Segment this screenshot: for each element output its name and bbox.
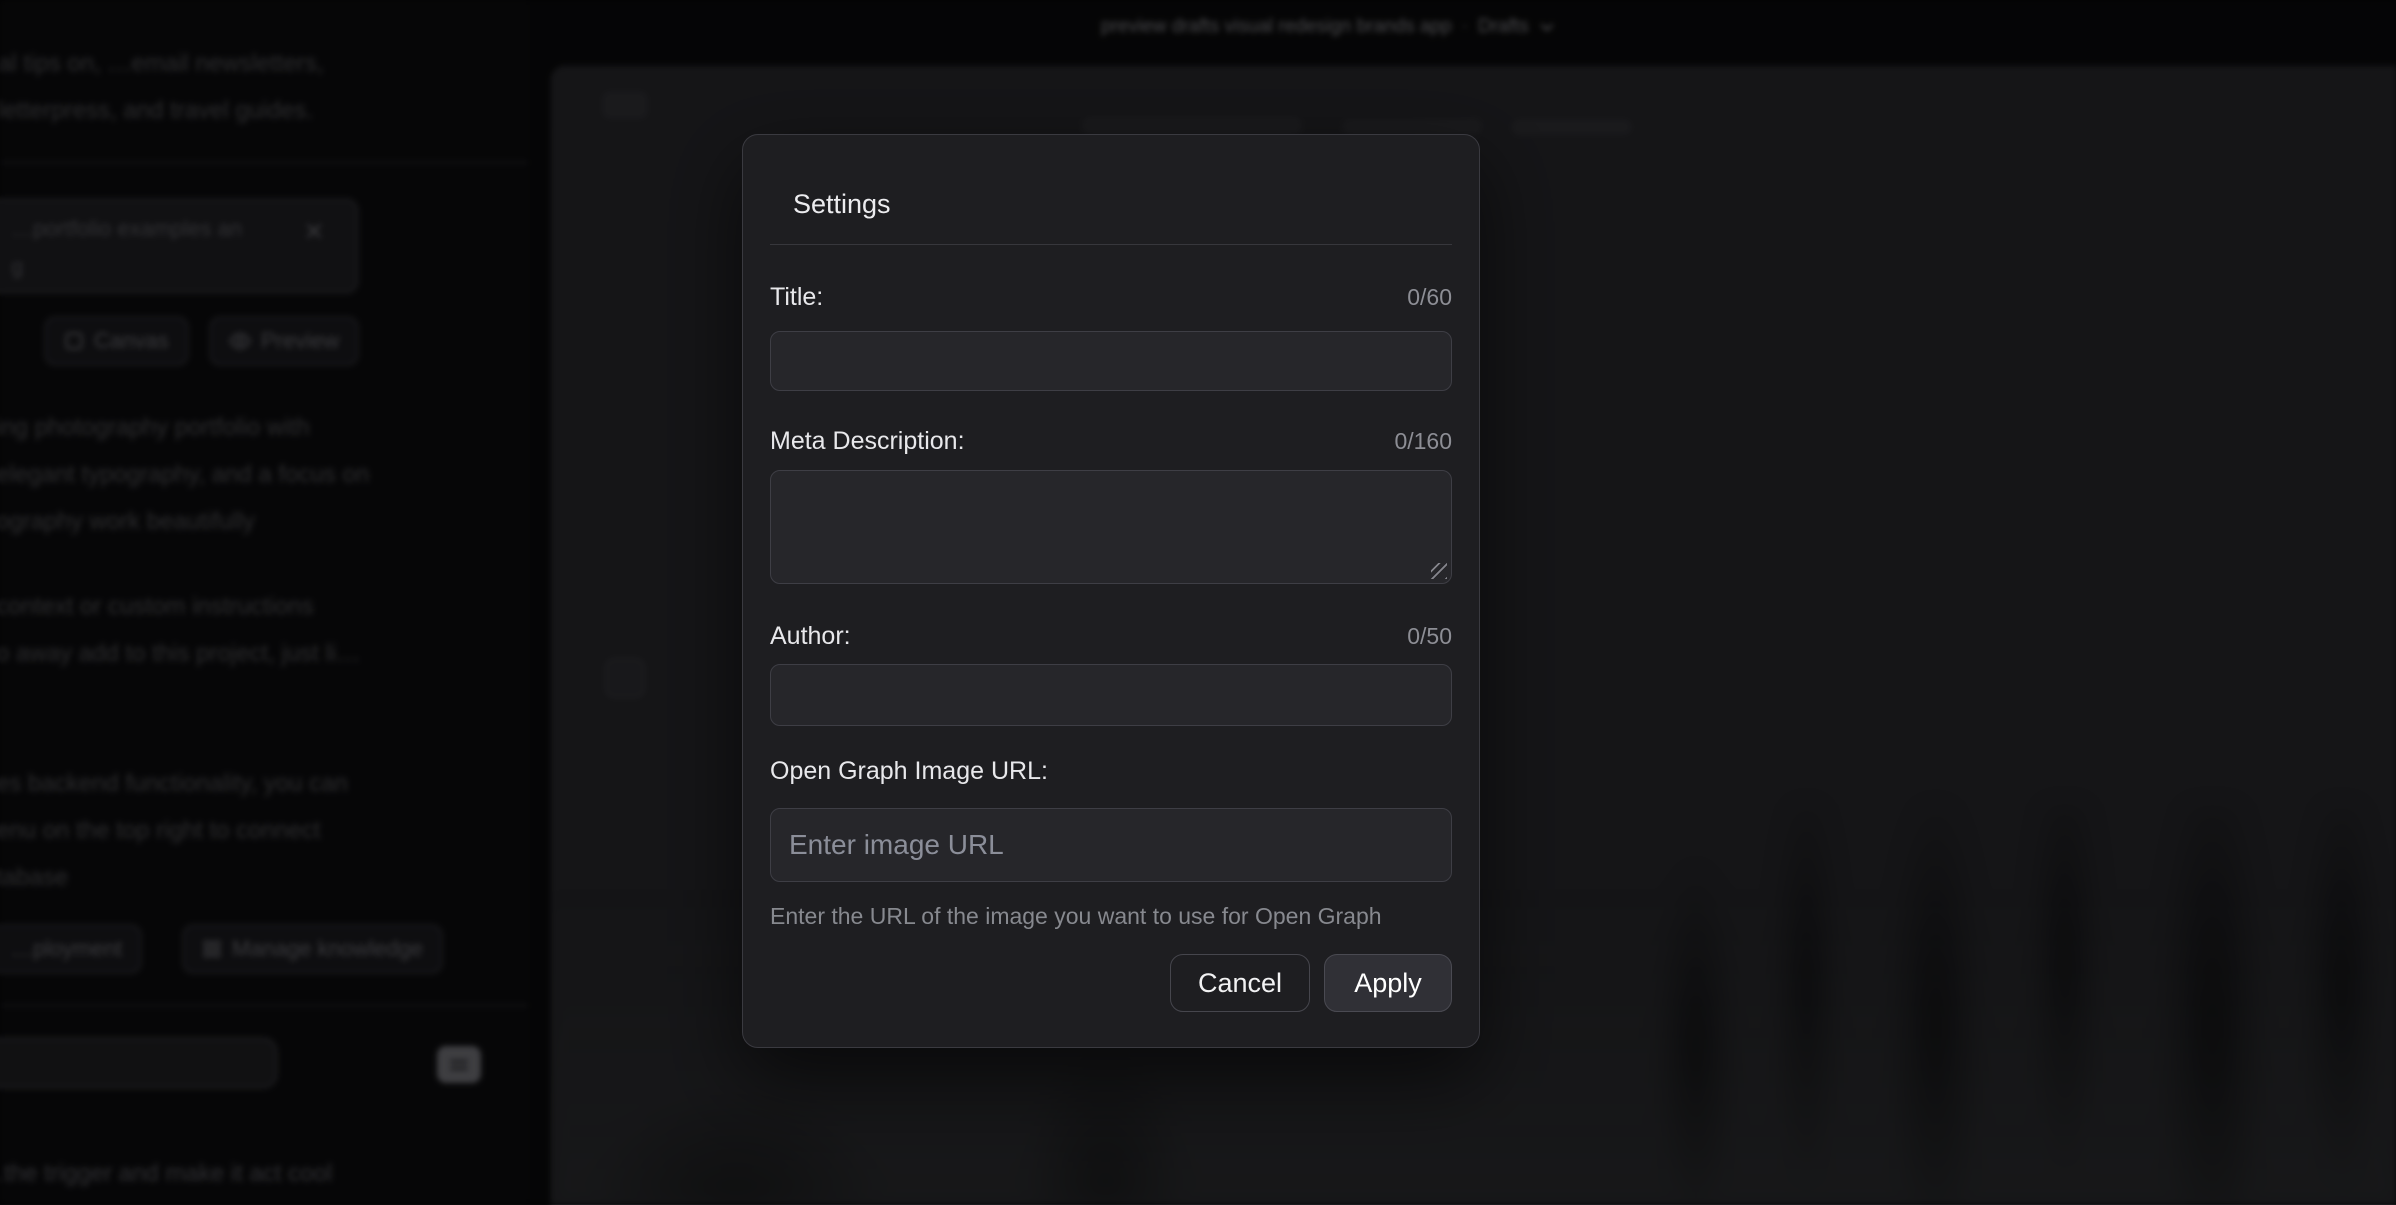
author-label: Author:: [770, 621, 851, 651]
title-char-counter: 0/60: [1407, 284, 1452, 311]
og-image-url-label: Open Graph Image URL:: [770, 756, 1048, 786]
title-label: Title:: [770, 282, 823, 312]
meta-field-row: Meta Description: 0/160: [770, 426, 1452, 456]
og-image-url-input[interactable]: [770, 808, 1452, 882]
modal-title: Settings: [743, 135, 1479, 221]
settings-modal: Settings Title: 0/60 Meta Description: 0…: [742, 134, 1480, 1048]
author-field-row: Author: 0/50: [770, 621, 1452, 651]
apply-button[interactable]: Apply: [1324, 954, 1452, 1012]
author-char-counter: 0/50: [1407, 623, 1452, 650]
app-root: { "topbar": { "project_name": "preview d…: [0, 0, 2396, 1204]
og-helper-text: Enter the URL of the image you want to u…: [770, 902, 1452, 930]
cancel-button[interactable]: Cancel: [1170, 954, 1310, 1012]
meta-char-counter: 0/160: [1394, 428, 1452, 455]
modal-divider: [770, 244, 1452, 245]
modal-body: Title: 0/60 Meta Description: 0/160 Auth…: [743, 282, 1479, 1012]
meta-description-label: Meta Description:: [770, 426, 965, 456]
modal-actions: Cancel Apply: [770, 954, 1452, 1012]
title-input[interactable]: [770, 331, 1452, 391]
meta-textarea-wrap: [770, 470, 1452, 584]
author-input[interactable]: [770, 664, 1452, 726]
title-field-row: Title: 0/60: [770, 282, 1452, 312]
og-field-row: Open Graph Image URL:: [770, 756, 1452, 786]
meta-description-textarea[interactable]: [770, 470, 1452, 584]
